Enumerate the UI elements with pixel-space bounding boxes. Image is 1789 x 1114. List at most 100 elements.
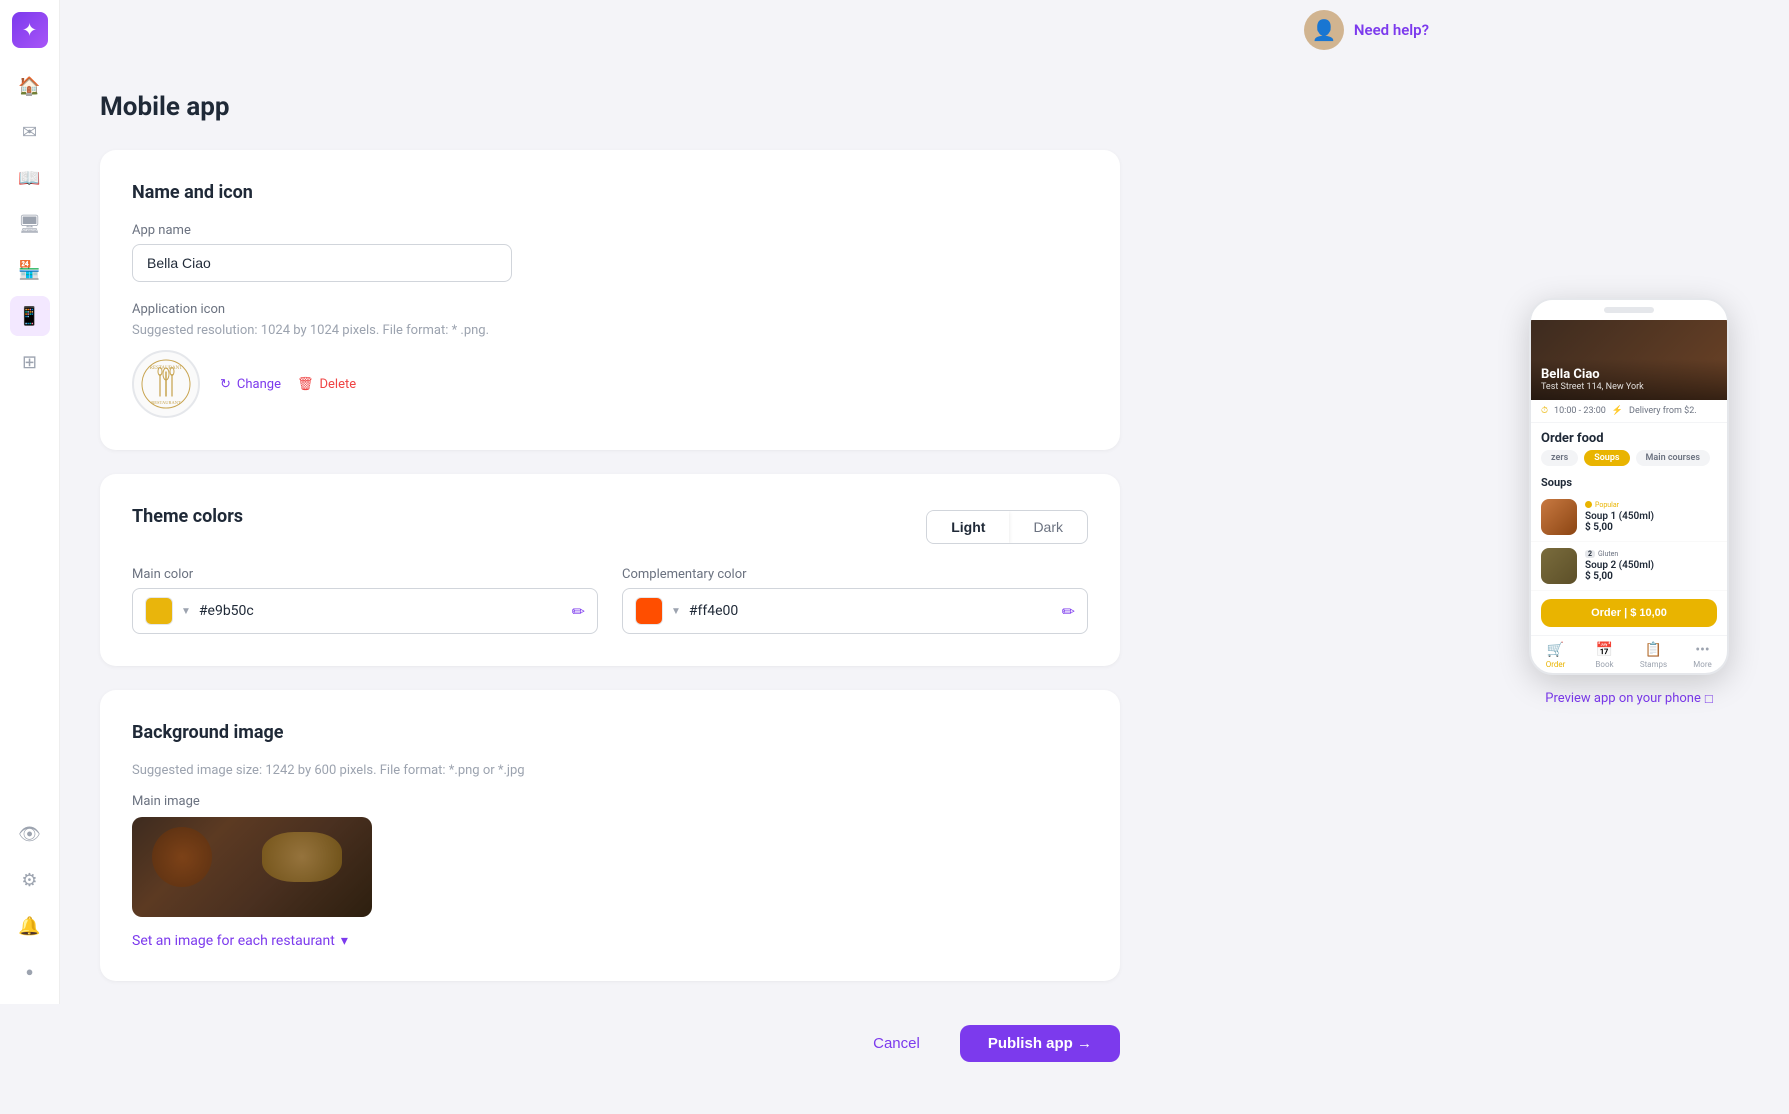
sidebar-item-home[interactable]: 🏠 [10, 66, 50, 106]
phone-cat-soups[interactable]: Soups [1584, 450, 1629, 466]
phone-nav-order[interactable]: 🛒 Order [1531, 642, 1580, 669]
phone-restaurant-name: Bella Ciao [1541, 367, 1717, 382]
home-icon: 🏠 [18, 76, 40, 97]
phone-item-1-details: Popular Soup 1 (450ml) $ 5,00 [1585, 501, 1717, 533]
app-name-input[interactable] [132, 244, 512, 282]
phone-item-1: Popular Soup 1 (450ml) $ 5,00 [1531, 493, 1727, 542]
phone-hero: Bella Ciao Test Street 114, New York [1531, 320, 1727, 400]
phone-info-bar: ⏱ 10:00 - 23:00 ⚡ Delivery from $2. [1531, 400, 1727, 423]
popular-badge-dot [1585, 501, 1592, 508]
complementary-color-hex[interactable]: #ff4e00 [689, 603, 1054, 619]
phone-item-2: 2 Gluten Soup 2 (450ml) $ 5,00 [1531, 542, 1727, 591]
main-color-input-wrap: ▼ #e9b50c ✏ [132, 588, 598, 634]
sidebar-item-profile[interactable]: ● [10, 952, 50, 992]
phone-delivery: Delivery from $2. [1629, 406, 1697, 416]
mobile-icon: 📱 [18, 306, 40, 327]
phone-item-2-image [1541, 548, 1577, 584]
set-image-link[interactable]: Set an image for each restaurant ▾ [132, 933, 348, 949]
background-image-title: Background image [132, 722, 1088, 743]
svg-text:RESTAURANT: RESTAURANT [151, 400, 181, 405]
preview-app-link[interactable]: Preview app on your phone □ [1545, 691, 1712, 707]
sidebar-item-grid[interactable]: ⊞ [10, 342, 50, 382]
phone-item-2-badge: 2 Gluten [1585, 550, 1717, 558]
sidebar-item-mobile[interactable]: 📱 [10, 296, 50, 336]
monitor-icon: 🖥 [18, 214, 41, 235]
complementary-color-arrow[interactable]: ▼ [671, 606, 681, 617]
need-help-label: Need help? [1354, 21, 1429, 39]
avatar: 👤 [1304, 10, 1344, 50]
external-link-icon: □ [1705, 691, 1713, 707]
phone-nav-book[interactable]: 📅 Book [1580, 642, 1629, 669]
phone-nav-more[interactable]: ••• More [1678, 642, 1727, 669]
stamps-nav-icon: 📋 [1645, 642, 1662, 658]
sidebar: ✦ 🏠 ✉ 📖 🖥 🏪 📱 ⊞ 👁 ⚙ 🔔 ● [0, 0, 60, 1004]
theme-colors-card: Theme colors Light Dark Main color ▼ #e9… [100, 474, 1120, 666]
bell-icon: 🔔 [18, 916, 40, 937]
icon-actions: ↻ Change 🗑 Delete [220, 377, 356, 392]
gear-icon: ⚙ [21, 870, 37, 891]
phone-preview-area: Bella Ciao Test Street 114, New York ⏱ 1… [1469, 0, 1789, 1004]
phone-notch [1604, 307, 1654, 313]
application-icon-desc: Suggested resolution: 1024 by 1024 pixel… [132, 323, 1088, 338]
complementary-color-label: Complementary color [622, 567, 1088, 582]
publish-button[interactable]: Publish app → [960, 1025, 1120, 1062]
sidebar-item-book[interactable]: 📖 [10, 158, 50, 198]
need-help-button[interactable]: 👤 Need help? [1304, 10, 1429, 50]
main-color-label: Main color [132, 567, 598, 582]
phone-item-1-price: $ 5,00 [1585, 522, 1717, 533]
phone-item-1-name: Soup 1 (450ml) [1585, 511, 1717, 522]
sidebar-item-settings[interactable]: ⚙ [10, 860, 50, 900]
sidebar-item-eye[interactable]: 👁 [10, 814, 50, 854]
phone-item-1-image [1541, 499, 1577, 535]
phone-section-title: Soups [1531, 472, 1727, 493]
app-name-label: App name [132, 223, 1088, 238]
clock-icon: ⏱ [1541, 406, 1548, 416]
complementary-color-swatch[interactable] [635, 597, 663, 625]
phone-item-2-name: Soup 2 (450ml) [1585, 560, 1717, 571]
phone-cat-appetizers[interactable]: zers [1541, 450, 1578, 466]
light-theme-button[interactable]: Light [927, 511, 1009, 543]
color-row: Main color ▼ #e9b50c ✏ Complementary col… [132, 567, 1088, 634]
app-icon-section: Application icon Suggested resolution: 1… [132, 302, 1088, 418]
main-color-arrow[interactable]: ▼ [181, 606, 191, 617]
sidebar-item-mail[interactable]: ✉ [10, 112, 50, 152]
trash-icon: 🗑 [297, 377, 314, 392]
application-icon-label: Application icon [132, 302, 1088, 317]
sidebar-item-bell[interactable]: 🔔 [10, 906, 50, 946]
main-image-label: Main image [132, 794, 1088, 809]
eye-icon: 👁 [18, 824, 41, 845]
main-color-swatch[interactable] [145, 597, 173, 625]
svg-text:RESTAURANT: RESTAURANT [150, 366, 183, 371]
theme-header: Theme colors Light Dark [132, 506, 1088, 547]
page-title: Mobile app [100, 92, 1120, 122]
background-image-card: Background image Suggested image size: 1… [100, 690, 1120, 981]
phone-order-button[interactable]: Order | $ 10,00 [1541, 599, 1717, 627]
sidebar-item-monitor[interactable]: 🖥 [10, 204, 50, 244]
phone-categories: zers Soups Main courses [1531, 450, 1727, 472]
app-icon-row: RESTAURANT RESTAURANT ↻ Change [132, 350, 1088, 418]
phone-restaurant-address: Test Street 114, New York [1541, 382, 1717, 392]
phone-hero-overlay: Bella Ciao Test Street 114, New York [1531, 359, 1727, 400]
main-color-hex[interactable]: #e9b50c [199, 603, 564, 619]
complementary-color-edit-icon[interactable]: ✏ [1062, 602, 1075, 621]
phone-nav-stamps[interactable]: 📋 Stamps [1629, 642, 1678, 669]
main-image-preview[interactable] [132, 817, 372, 917]
phone-cat-main[interactable]: Main courses [1636, 450, 1710, 466]
phone-item-2-details: 2 Gluten Soup 2 (450ml) $ 5,00 [1585, 550, 1717, 582]
dark-theme-button[interactable]: Dark [1009, 511, 1087, 543]
refresh-icon: ↻ [220, 377, 231, 392]
main-content: Mobile app Name and icon App name Applic… [60, 60, 1160, 1114]
order-nav-icon: 🛒 [1547, 642, 1564, 658]
delete-icon-button[interactable]: 🗑 Delete [297, 377, 356, 392]
logo-icon: ✦ [22, 20, 37, 41]
sidebar-logo[interactable]: ✦ [12, 12, 48, 48]
delivery-icon: ⚡ [1612, 406, 1623, 416]
main-color-edit-icon[interactable]: ✏ [572, 602, 585, 621]
change-icon-button[interactable]: ↻ Change [220, 377, 281, 392]
sidebar-item-store[interactable]: 🏪 [10, 250, 50, 290]
cancel-button[interactable]: Cancel [849, 1025, 944, 1062]
mail-icon: ✉ [22, 122, 37, 143]
bottom-actions: Cancel Publish app → [100, 1005, 1120, 1082]
phone-mockup: Bella Ciao Test Street 114, New York ⏱ 1… [1529, 298, 1729, 675]
name-icon-title: Name and icon [132, 182, 1088, 203]
